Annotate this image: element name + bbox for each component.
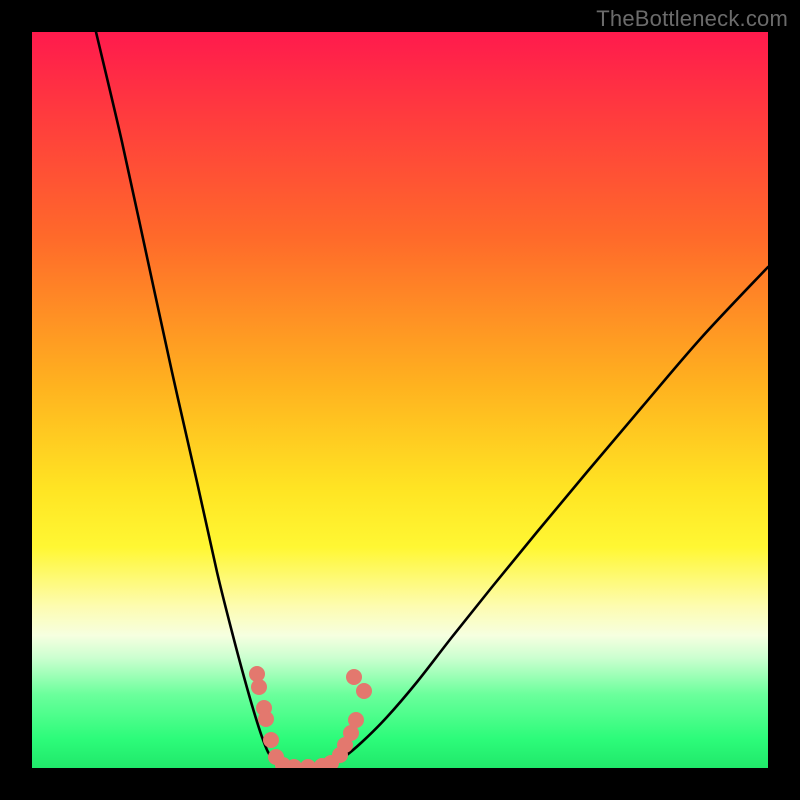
curve-right [332,267,768,763]
marker-dot [258,711,274,727]
chart-plot-area [32,32,768,768]
chart-svg [32,32,768,768]
marker-dot [263,732,279,748]
marker-dot [348,712,364,728]
marker-dot [346,669,362,685]
curve-left [96,32,280,763]
marker-dot [251,679,267,695]
marker-dot [356,683,372,699]
marker-dot [300,759,316,768]
chart-frame: TheBottleneck.com [0,0,800,800]
watermark-text: TheBottleneck.com [596,6,788,32]
